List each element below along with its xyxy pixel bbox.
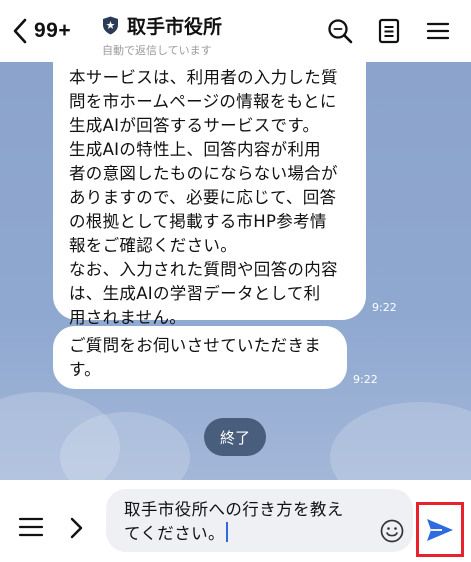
message-timestamp: 9:22	[372, 301, 397, 314]
message-line: 本サービスは、利用者の入力した質	[69, 68, 338, 87]
message-bubble: 本サービスは、利用者の入力した質 問を市ホームページの情報をもとに 生成AIが回…	[53, 62, 366, 327]
message-line: は、生成AIの学習データとして利	[69, 284, 321, 303]
message-bubble: ご質問をお伺いさせていただきま す。	[53, 326, 347, 389]
input-line: てください。	[124, 524, 225, 543]
notes-icon	[378, 18, 400, 44]
chevron-left-icon	[13, 18, 27, 44]
message-line: 者の意図したものにならない場合が	[69, 164, 338, 183]
text-caret	[225, 522, 228, 542]
emoji-button[interactable]	[380, 519, 404, 543]
back-button[interactable]: 99+	[10, 14, 71, 48]
page-title: 取手市役所	[127, 16, 223, 38]
chat-header: 99+ 取手市役所 自動で返信しています	[0, 0, 471, 62]
search-icon	[328, 19, 353, 44]
message-line: なお、入力された質問や回答の内容	[69, 260, 338, 279]
input-line: 取手市役所への行き方を教え	[124, 500, 344, 519]
unread-count: 99+	[34, 19, 72, 42]
message-timestamp: 9:22	[353, 373, 378, 386]
message-input[interactable]: 取手市役所への行き方を教え てください。	[106, 489, 413, 552]
message-line: の根拠として掲載する市HP参考情	[69, 212, 327, 231]
search-button[interactable]	[326, 17, 354, 45]
notes-button[interactable]	[375, 17, 403, 45]
message-line: 問を市ホームページの情報をもとに	[69, 92, 337, 111]
chat-area[interactable]: 本サービスは、利用者の入力した質 問を市ホームページの情報をもとに 生成AIが回…	[0, 62, 471, 480]
send-icon	[427, 518, 453, 541]
message-line: 報をご確認ください。	[69, 236, 237, 255]
chevron-right-icon	[70, 517, 83, 539]
message-line: す。	[69, 360, 101, 379]
message-line: ご質問をお伺いさせていただきま	[69, 336, 321, 355]
hamburger-menu-icon	[18, 517, 44, 537]
message-line: 生成AIが回答するサービスです。	[69, 116, 320, 135]
shield-star-icon	[103, 16, 118, 35]
chat-title-block: 取手市役所 自動で返信しています	[102, 12, 222, 58]
send-button[interactable]	[416, 502, 464, 557]
hamburger-menu-icon	[426, 22, 450, 40]
auto-reply-status: 自動で返信しています	[102, 44, 212, 57]
emoji-icon	[380, 519, 404, 543]
expand-toolbar-button[interactable]	[67, 516, 85, 540]
message-line: 生成AIの特性上、回答内容が利用	[69, 140, 321, 159]
menu-button[interactable]	[424, 17, 452, 45]
end-chat-button[interactable]: 終了	[204, 418, 266, 456]
composer-menu-button[interactable]	[18, 515, 44, 539]
message-line: ありますので、必要に応じて、回答	[69, 188, 337, 207]
background-cloud	[330, 402, 471, 480]
